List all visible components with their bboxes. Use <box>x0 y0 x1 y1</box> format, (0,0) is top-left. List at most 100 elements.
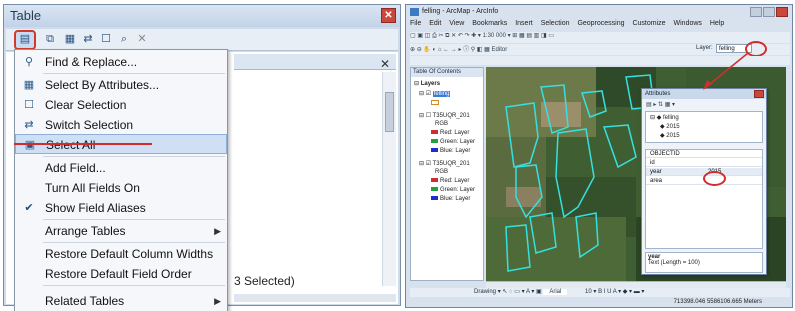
drawing-icons[interactable]: ▾ ↖ ◌ ▭ ▾ A ▾ ▣ <box>498 289 544 295</box>
select-by-attributes-icon[interactable]: ▦ <box>62 32 78 47</box>
toc-layers[interactable]: ⊟ Layers <box>414 80 440 87</box>
menu-item-arrange-tables[interactable]: Arrange Tables ▶ <box>15 221 227 241</box>
toc-green-1: Green: Layer <box>431 139 475 145</box>
annotation-circle <box>703 171 726 186</box>
toolbar-icons[interactable]: ▢ ▣ ◫ ⎙ ✂ ⧉ ✕ ↶ ↷ ✚ ▾ <box>410 33 483 39</box>
scrollbar-thumb[interactable] <box>385 92 394 132</box>
menu-item-switch-selection[interactable]: ⇄ Switch Selection <box>15 115 227 135</box>
felling-symbol <box>431 100 439 105</box>
select-by-attributes-icon: ▦ <box>23 79 35 91</box>
toc-rgb-2: RGB <box>435 169 449 175</box>
table-titlebar: Table ✕ <box>4 5 400 27</box>
menu-item-find-replace[interactable]: ⚲ Find & Replace... <box>15 52 227 72</box>
coordinate-readout: 713398.046 5586106.665 Meters <box>673 299 762 305</box>
drawing-toolbar: Drawing ▾ ↖ ◌ ▭ ▾ A ▾ ▣ Arial 10 ▾ B I U… <box>410 288 790 297</box>
menu-view[interactable]: View <box>449 20 464 27</box>
format-icons[interactable]: ▾ B I U A ▾ ◆ ▾ ▬ ▾ <box>593 289 644 295</box>
minimize-icon[interactable] <box>750 7 762 17</box>
menu-separator <box>43 156 225 157</box>
maximize-icon[interactable] <box>763 7 775 17</box>
field-description-text: Text (Length = 100) <box>648 260 700 266</box>
toc-red-2: Red: Layer <box>431 178 469 184</box>
vertical-scrollbar[interactable] <box>382 72 396 286</box>
layer-label: Layer: <box>696 45 713 51</box>
table-options-menu: ⚲ Find & Replace... ▦ Select By Attribut… <box>14 49 228 311</box>
menu-help[interactable]: Help <box>710 20 724 27</box>
tree-layer-felling[interactable]: ⊟ ◆ felling <box>650 114 679 121</box>
menu-selection[interactable]: Selection <box>541 20 570 27</box>
tab-close-icon[interactable]: ✕ <box>380 57 390 71</box>
submenu-arrow-icon: ▶ <box>214 226 221 236</box>
menu-separator <box>43 219 225 220</box>
toc-rgb-1: RGB <box>435 121 449 127</box>
table-options-icon[interactable]: ▤ <box>14 30 36 50</box>
related-tables-icon[interactable]: ⧉ <box>42 32 58 47</box>
annotation-underline <box>14 143 152 145</box>
menu-item-select-by-attributes[interactable]: ▦ Select By Attributes... <box>15 75 227 95</box>
menu-file[interactable]: File <box>410 20 421 27</box>
menu-geoprocessing[interactable]: Geoprocessing <box>577 20 624 27</box>
menu-separator <box>43 285 225 286</box>
font-size-combo[interactable]: 10 <box>585 289 592 295</box>
toc-raster-2[interactable]: ⊟ ☑ T35UQR_201 <box>419 160 470 167</box>
annotation-circle <box>745 41 767 57</box>
menu-windows[interactable]: Windows <box>674 20 702 27</box>
menu-insert[interactable]: Insert <box>515 20 533 27</box>
toc-layer-felling[interactable]: ⊟ ☑ felling <box>419 90 451 97</box>
attr-row-objectid[interactable]: OBJECTID <box>646 150 762 158</box>
arcmap-window: felling - ArcMap - ArcInfo File Edit Vie… <box>405 4 793 308</box>
submenu-arrow-icon: ▶ <box>214 296 221 306</box>
menu-separator <box>43 242 225 243</box>
menu-item-clear-selection[interactable]: ☐ Clear Selection <box>15 95 227 115</box>
toc-red-1: Red: Layer <box>431 130 469 136</box>
table-window-title: Table <box>10 8 42 23</box>
attributes-title: Attributes <box>642 89 766 99</box>
menu-item-restore-field-order[interactable]: Restore Default Field Order <box>15 264 227 284</box>
menu-item-turn-all-fields-on[interactable]: Turn All Fields On <box>15 178 227 198</box>
table-tab-header: ✕ <box>234 54 396 71</box>
toolbar-row-3 <box>410 56 790 65</box>
attributes-feature-tree: ⊟ ◆ felling ◆ 2015 ◆ 2015 <box>645 111 763 143</box>
clear-selection-icon[interactable]: ☐ <box>98 32 114 47</box>
select-all-icon: ▣ <box>24 139 36 151</box>
menu-item-related-tables[interactable]: Related Tables ▶ <box>14 291 228 311</box>
toc-blue-1: Blue: Layer <box>431 148 470 154</box>
toc-green-2: Green: Layer <box>431 187 475 193</box>
close-icon[interactable] <box>754 90 764 98</box>
drawing-menu[interactable]: Drawing <box>474 289 496 295</box>
arcmap-menubar: File Edit View Bookmarks Insert Selectio… <box>410 20 790 31</box>
globe-icon <box>410 8 419 16</box>
menu-item-restore-column-widths[interactable]: Restore Default Column Widths <box>15 244 227 264</box>
attributes-window: Attributes ▤ ▸ ⇅ ▦ ▾ ⊟ ◆ felling ◆ 2015 … <box>641 88 767 275</box>
table-tabs-bar <box>234 294 396 302</box>
arcmap-title: felling - ArcMap - ArcInfo <box>422 8 499 15</box>
menu-bookmarks[interactable]: Bookmarks <box>472 20 507 27</box>
attributes-toolbar-icons[interactable]: ▤ ▸ ⇅ ▦ ▾ <box>646 101 675 108</box>
menu-item-add-field[interactable]: Add Field... <box>15 158 227 178</box>
menu-item-show-field-aliases[interactable]: ✔ Show Field Aliases <box>15 198 227 218</box>
menu-edit[interactable]: Edit <box>429 20 441 27</box>
editor-menu[interactable]: Editor <box>492 47 508 53</box>
table-toolbar: ▤ ⧉ ▦ ⇄ ☐ ⌕ ✕ <box>6 29 398 51</box>
tree-feature[interactable]: ◆ 2015 <box>660 123 680 130</box>
toc-raster-1[interactable]: ⊟ ☐ T35UQR_201 <box>419 112 470 119</box>
menu-customize[interactable]: Customize <box>632 20 665 27</box>
checkmark-icon: ✔ <box>24 202 34 214</box>
standard-toolbar: ▢ ▣ ◫ ⎙ ✂ ⧉ ✕ ↶ ↷ ✚ ▾ 1:30 000 ▾ ⊞ ▦ ▤ ▥… <box>410 32 790 43</box>
font-combo[interactable]: Arial <box>543 289 568 295</box>
clear-selection-icon: ☐ <box>24 99 34 111</box>
close-icon[interactable] <box>776 7 788 17</box>
scale-combo[interactable]: 1:30 000 <box>483 33 506 39</box>
switch-selection-icon[interactable]: ⇄ <box>80 32 96 47</box>
tree-feature[interactable]: ◆ 2015 <box>660 132 680 139</box>
zoom-selected-icon[interactable]: ⌕ <box>116 32 132 47</box>
toolbar-icons-2[interactable]: ▾ ⊞ ▦ ▤ ▥ ◨ ▭ <box>506 33 554 39</box>
field-description: year Text (Length = 100) <box>645 252 763 273</box>
selection-status: 3 Selected) <box>234 274 295 288</box>
tools-icons[interactable]: ⊕ ⊖ ✋ ◐ ⌂ ← → ▸ ⓘ ⚲ ◧ ▦ <box>410 47 492 53</box>
attr-row-id[interactable]: id <box>646 159 762 167</box>
close-icon[interactable]: ✕ <box>381 8 396 23</box>
toc-title: Table Of Contents <box>411 68 483 77</box>
delete-icon[interactable]: ✕ <box>134 32 150 47</box>
map-horizontal-scrollbar[interactable] <box>486 281 786 288</box>
